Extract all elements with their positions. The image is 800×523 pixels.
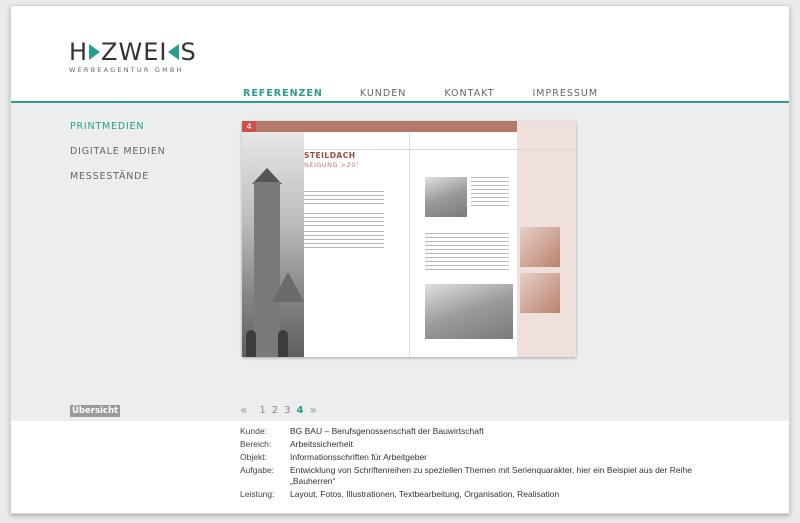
sidebar-item-messestaende[interactable]: MESSESTÄNDE bbox=[70, 171, 166, 182]
info-value: Layout, Fotos, Illustrationen, Textbearb… bbox=[290, 488, 560, 499]
pagination-page-4[interactable]: 4 bbox=[296, 405, 303, 416]
info-key: Objekt: bbox=[240, 452, 267, 462]
info-row: Objekt: Informationsschriften für Arbeit… bbox=[240, 452, 710, 465]
church-photo bbox=[242, 132, 304, 357]
info-key: Kunde: bbox=[240, 426, 267, 436]
info-row: Aufgabe: Entwicklung von Schriftenreihen… bbox=[240, 465, 710, 489]
text-block bbox=[304, 213, 384, 227]
pagination-prev-icon[interactable]: « bbox=[240, 403, 247, 417]
info-row: Kunde: BG BAU – Berufsgenossenschaft der… bbox=[240, 426, 710, 439]
text-block bbox=[304, 191, 384, 207]
info-key: Leistung: bbox=[240, 488, 275, 499]
project-info: Kunde: BG BAU – Berufsgenossenschaft der… bbox=[11, 421, 789, 513]
pagination-page-3[interactable]: 3 bbox=[284, 405, 290, 416]
spread-title: STEILDACH bbox=[304, 151, 356, 160]
text-block bbox=[425, 233, 509, 273]
tower bbox=[254, 182, 280, 357]
text-block bbox=[471, 177, 509, 207]
logo-subtitle: WERBEAGENTUR GMBH bbox=[69, 66, 184, 74]
info-value: Informationsschriften für Arbeitgeber bbox=[290, 452, 428, 462]
arch bbox=[278, 330, 288, 357]
text-block bbox=[304, 231, 384, 251]
brochure-spread-image: 4 STEILDACH NEIGUNG >20° bbox=[242, 121, 576, 357]
page-frame: H ZWEI S WERBEAGENTUR GMBH REFERENZEN KU… bbox=[10, 5, 790, 514]
pagination-next-icon[interactable]: » bbox=[309, 403, 316, 417]
logo-arrow-right-icon bbox=[89, 44, 101, 60]
main-content: PRINTMEDIEN DIGITALE MEDIEN MESSESTÄNDE … bbox=[11, 103, 789, 421]
header: H ZWEI S WERBEAGENTUR GMBH REFERENZEN KU… bbox=[11, 6, 789, 104]
info-value: BG BAU – Berufsgenossenschaft der Bauwir… bbox=[290, 426, 484, 436]
info-value: Entwicklung von Schriftenreihen zu spezi… bbox=[290, 465, 692, 486]
spread-gutter bbox=[409, 132, 410, 357]
sidebar: PRINTMEDIEN DIGITALE MEDIEN MESSESTÄNDE bbox=[70, 121, 166, 196]
overview-button[interactable]: Übersicht bbox=[70, 405, 121, 417]
illustration-thumbnail bbox=[520, 227, 560, 267]
gable bbox=[272, 272, 304, 302]
info-key: Bereich: bbox=[240, 439, 272, 449]
logo-arrow-left-icon bbox=[168, 44, 180, 60]
sidebar-item-digitale-medien[interactable]: DIGITALE MEDIEN bbox=[70, 146, 166, 157]
photo-scaffold bbox=[425, 284, 513, 339]
pagination: « 1 2 3 4 » bbox=[240, 403, 317, 417]
info-row: Leistung: Layout, Fotos, Illustrationen,… bbox=[240, 489, 710, 502]
pagination-page-1[interactable]: 1 bbox=[259, 405, 265, 416]
info-row: Bereich: Arbeitssicherheit bbox=[240, 439, 710, 452]
spread-subtitle: NEIGUNG >20° bbox=[304, 161, 360, 169]
pagination-page-2[interactable]: 2 bbox=[272, 405, 278, 416]
sidebar-item-printmedien[interactable]: PRINTMEDIEN bbox=[70, 121, 166, 132]
info-key: Aufgabe: bbox=[240, 465, 275, 475]
illustration-thumbnail bbox=[520, 273, 560, 313]
logo[interactable]: H ZWEI S WERBEAGENTUR GMBH bbox=[69, 40, 197, 74]
info-value: Arbeitssicherheit bbox=[290, 439, 353, 449]
arch bbox=[246, 330, 256, 357]
spread-page-number: 4 bbox=[242, 121, 256, 132]
project-info-table: Kunde: BG BAU – Berufsgenossenschaft der… bbox=[240, 426, 710, 502]
logo-wordmark: H ZWEI S bbox=[69, 38, 197, 66]
photo-thumbnail bbox=[425, 177, 467, 217]
